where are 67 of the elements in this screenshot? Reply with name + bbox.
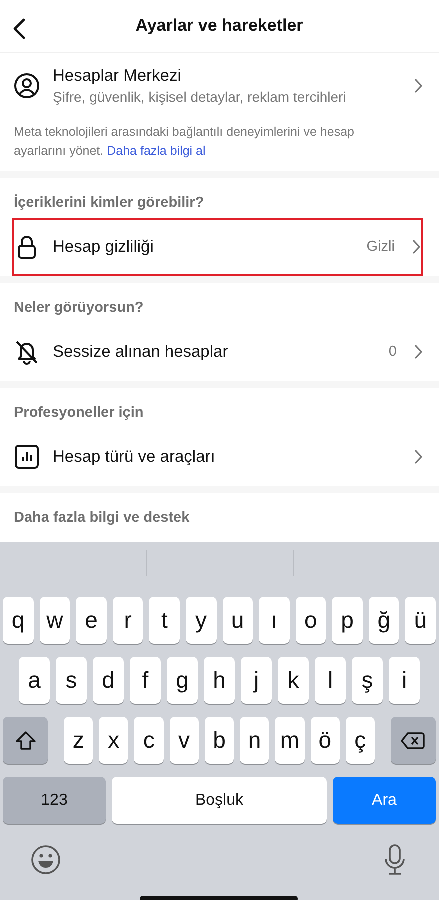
letter-key[interactable]: n <box>240 717 270 764</box>
letter-key[interactable]: y <box>186 597 216 644</box>
space-key[interactable]: Boşluk <box>112 777 327 824</box>
settings-row[interactable]: Hesap gizliliği Gizli <box>12 218 423 276</box>
row-label: Sessize alınan hesaplar <box>53 342 230 362</box>
emoji-icon[interactable] <box>31 845 61 875</box>
microphone-icon[interactable] <box>384 844 406 876</box>
row-value: 0 <box>388 344 397 360</box>
letter-key[interactable]: ı <box>259 597 290 644</box>
chart-icon <box>14 444 40 470</box>
letter-key[interactable]: u <box>222 597 254 644</box>
learn-more-link[interactable]: Daha fazla bilgi al <box>107 144 206 158</box>
letter-key[interactable]: r <box>112 597 144 644</box>
row-subtitle: Şifre, güvenlik, kişisel detaylar, reklam tercihleri <box>53 89 348 105</box>
letter-key[interactable]: o <box>296 597 326 644</box>
bell-off-icon <box>14 339 40 365</box>
letter-key[interactable]: ü <box>405 597 436 644</box>
letter-key[interactable]: z <box>64 717 94 764</box>
letter-key[interactable]: c <box>134 717 164 764</box>
letter-key[interactable]: m <box>275 717 305 764</box>
settings-row[interactable]: Hesap türü ve araçları <box>0 428 439 486</box>
letter-key[interactable]: s <box>56 657 87 704</box>
letter-key[interactable]: k <box>278 657 309 704</box>
letter-key[interactable]: ç <box>346 717 375 764</box>
chevron-icon <box>414 449 423 465</box>
letter-key[interactable]: w <box>40 597 70 644</box>
letter-key[interactable]: j <box>241 657 272 704</box>
section-heading: Profesyoneller için <box>13 404 145 423</box>
shift-key[interactable] <box>3 717 48 764</box>
window-title: Ayarlar ve hareketler <box>136 16 304 36</box>
letter-key[interactable]: h <box>204 657 235 704</box>
letter-key[interactable]: t <box>149 597 180 644</box>
section-heading: İçeriklerini kimler görebilir? <box>13 194 206 213</box>
section-heading: Daha fazla bilgi ve destek <box>13 509 191 528</box>
letter-key[interactable]: ğ <box>368 597 400 644</box>
letter-key[interactable]: x <box>99 717 128 764</box>
description-text: Meta teknolojileri arasındaki bağlantılı deneyimlerini ve hesap ayarlarını yönet. Daha fazla bilgi al <box>14 124 356 160</box>
row-value: Gizli <box>366 239 395 255</box>
search-key[interactable]: Ara <box>333 777 436 824</box>
backspace-icon <box>401 732 426 750</box>
section-heading: Neler görüyorsun? <box>13 299 145 318</box>
profile-icon <box>14 73 40 99</box>
letter-key[interactable]: d <box>93 657 124 704</box>
row-title: Hesaplar Merkezi <box>53 67 182 86</box>
row-label: Hesap türü ve araçları <box>53 448 216 466</box>
back-icon[interactable] <box>12 18 26 40</box>
letter-key[interactable]: b <box>204 717 234 764</box>
letter-key[interactable]: v <box>170 717 199 764</box>
letter-key[interactable]: a <box>19 657 50 704</box>
chevron-icon <box>412 239 421 255</box>
settings-row[interactable]: Sessize alınan hesaplar 0 <box>0 323 439 381</box>
settings-row[interactable]: Hesaplar Merkezi Şifre, güvenlik, kişisel detaylar, reklam tercihleri <box>0 53 439 119</box>
letter-key[interactable]: g <box>167 657 198 704</box>
letter-key[interactable]: i <box>389 657 420 704</box>
letter-key[interactable]: l <box>315 657 346 704</box>
letter-key[interactable]: f <box>130 657 161 704</box>
letter-key[interactable]: p <box>332 597 363 644</box>
letter-key[interactable]: q <box>3 597 34 644</box>
delete-key[interactable] <box>390 717 436 764</box>
shift-icon <box>14 730 37 750</box>
numbers-key[interactable]: 123 <box>3 777 106 824</box>
chevron-icon <box>414 344 423 360</box>
row-label: Hesap gizliliği <box>53 238 155 256</box>
chevron-icon <box>414 78 423 94</box>
letter-key[interactable]: ş <box>352 657 383 704</box>
letter-key[interactable]: ö <box>310 717 340 764</box>
letter-key[interactable]: e <box>76 597 107 644</box>
